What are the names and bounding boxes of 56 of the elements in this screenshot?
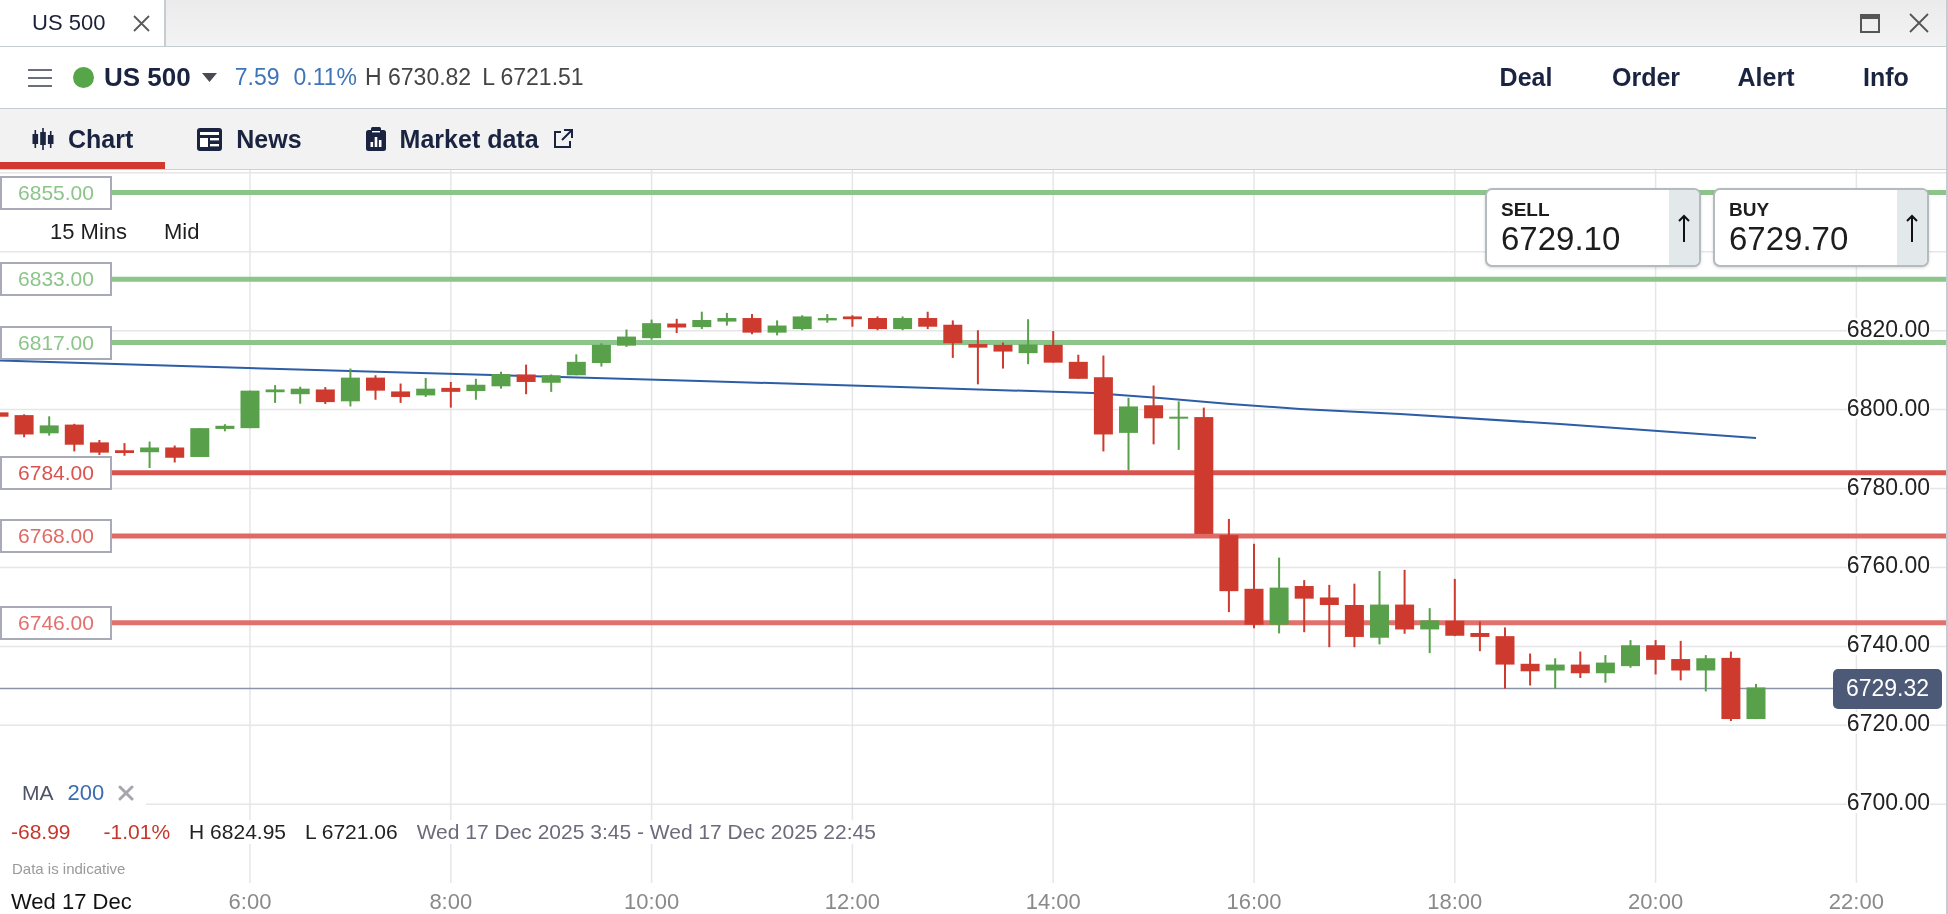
price-change: 7.59: [234, 64, 280, 91]
action-button[interactable]: Info: [1861, 61, 1911, 94]
action-button[interactable]: Alert: [1735, 61, 1797, 94]
indicator-name: MA: [22, 781, 54, 805]
candlestick-icon: [32, 128, 54, 150]
price-axis-label: 6820.00: [1846, 317, 1930, 340]
price-axis-label: 6700.00: [1846, 791, 1930, 814]
price-level-label: 6855.00: [0, 175, 112, 210]
price-level-label: 6833.00: [0, 262, 112, 297]
newspaper-icon: [197, 127, 223, 151]
time-axis-label: 8:00: [429, 889, 473, 914]
time-axis-label: 16:00: [1226, 889, 1282, 914]
status-dot-icon: [73, 67, 94, 88]
price-axis-label: 6780.00: [1846, 475, 1930, 498]
current-price-label: 6729.32: [1833, 668, 1942, 709]
data-notice: Data is indicative: [12, 860, 126, 877]
price-axis-label: 6740.00: [1846, 633, 1930, 656]
day-low: L 6721.51: [482, 64, 584, 91]
time-axis-label: 12:00: [824, 889, 880, 914]
deal-ticket-button[interactable]: SELL 6729.10: [1485, 188, 1701, 267]
view-tab[interactable]: News: [165, 109, 334, 169]
instrument-dropdown[interactable]: US 500: [104, 62, 217, 93]
arrow-up-icon: [1678, 213, 1690, 242]
close-icon[interactable]: [1909, 13, 1929, 33]
price-change-percent: 0.11%: [293, 64, 357, 91]
price-axis-label: 6800.00: [1846, 396, 1930, 419]
price-type-button[interactable]: Mid: [160, 218, 204, 246]
day-high: H 6730.82: [365, 64, 472, 91]
date-label: Wed 17 Dec: [11, 889, 132, 914]
time-axis-label: 10:00: [624, 889, 680, 914]
price-level-label: 6746.00: [0, 605, 112, 640]
time-axis-label: 14:00: [1025, 889, 1081, 914]
price-level-label: 6817.00: [0, 325, 112, 360]
period-high: H 6824.95: [189, 820, 286, 844]
time-axis-label: 18:00: [1427, 889, 1483, 914]
window-tab[interactable]: US 500: [0, 0, 166, 46]
time-axis-label: 6:00: [228, 889, 272, 914]
period-range: Wed 17 Dec 2025 3:45 - Wed 17 Dec 2025 22:45: [416, 820, 876, 844]
arrow-up-icon: [1906, 213, 1918, 242]
price-axis-label: 6720.00: [1846, 712, 1930, 735]
caret-down-icon: [201, 73, 217, 82]
action-button[interactable]: Order: [1609, 61, 1683, 94]
action-button[interactable]: Deal: [1497, 61, 1555, 94]
deal-ticket-button[interactable]: BUY 6729.70: [1713, 188, 1929, 267]
price-level-label: 6784.00: [0, 455, 112, 490]
indicator-period: 200: [67, 780, 105, 806]
time-axis-label: 20:00: [1628, 889, 1684, 914]
price-level-label: 6768.00: [0, 518, 112, 553]
price-axis-label: 6760.00: [1846, 554, 1930, 577]
time-axis-label: 22:00: [1828, 889, 1884, 914]
interval-button[interactable]: 15 Mins: [46, 218, 132, 246]
close-icon[interactable]: [133, 14, 150, 32]
clipboard-chart-icon: [365, 127, 386, 151]
view-tab[interactable]: Market data: [333, 109, 605, 169]
maximize-icon[interactable]: [1860, 13, 1880, 33]
menu-icon[interactable]: [28, 68, 52, 87]
